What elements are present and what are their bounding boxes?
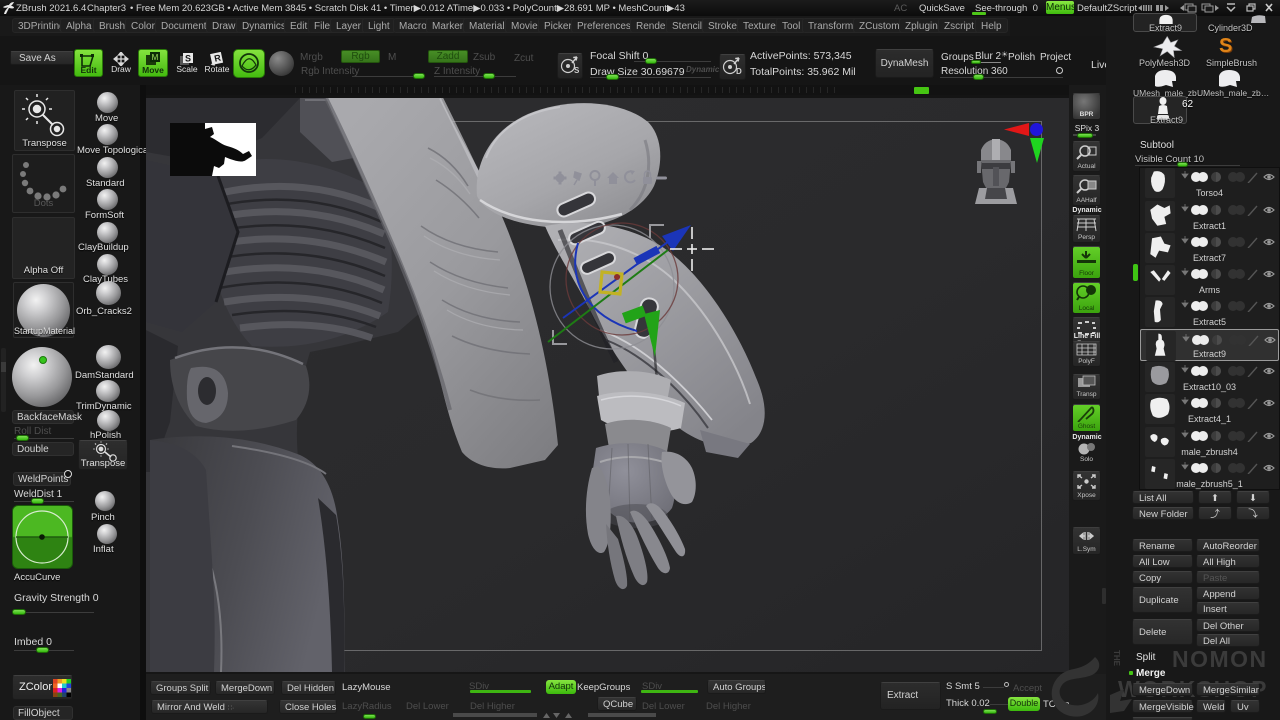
- svg-text:D: D: [736, 67, 742, 76]
- svg-text:S: S: [185, 54, 191, 64]
- svg-text:S: S: [574, 66, 580, 75]
- svg-text:M: M: [152, 53, 159, 62]
